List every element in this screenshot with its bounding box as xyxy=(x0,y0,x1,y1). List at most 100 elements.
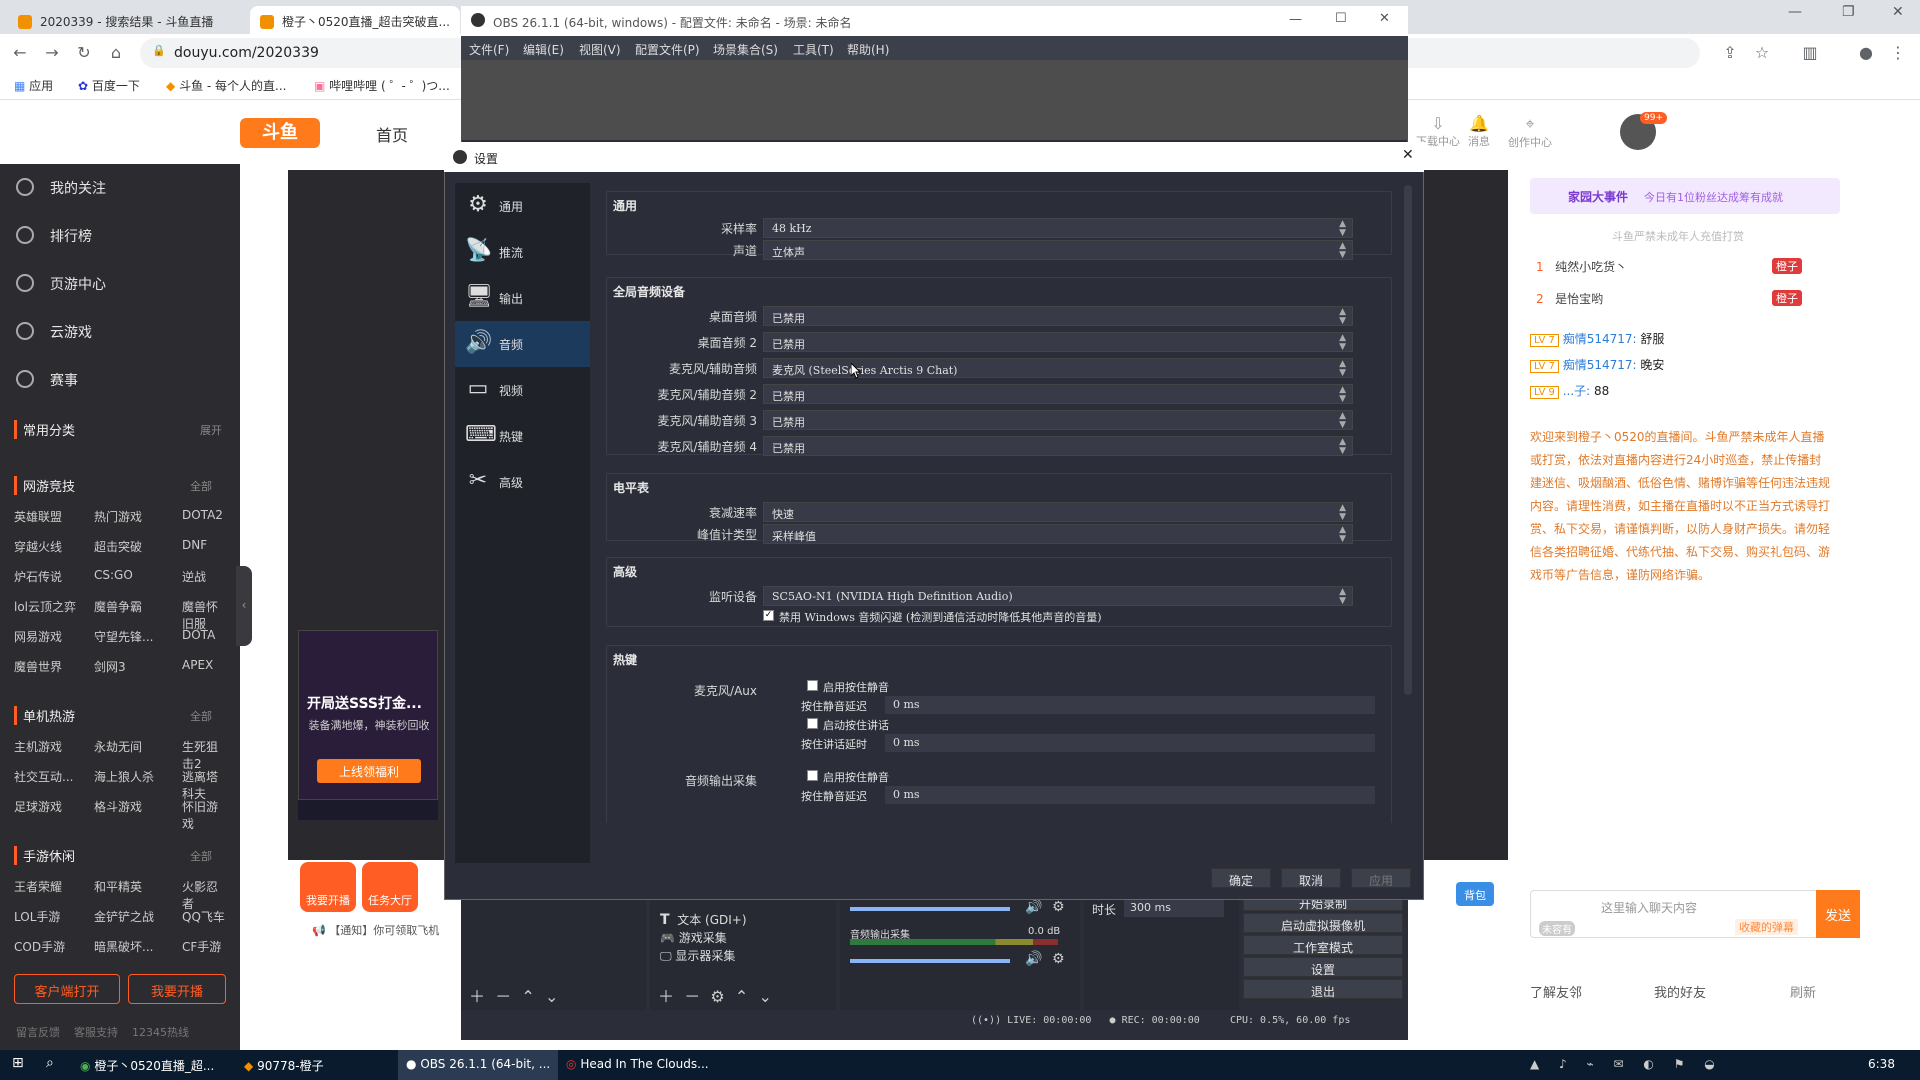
menu-file[interactable]: 文件(F) xyxy=(469,41,509,58)
rank-row[interactable]: 1 纯然小吃货丶 橙子 xyxy=(1536,258,1836,275)
game-link[interactable]: DOTA xyxy=(182,628,215,642)
game-link[interactable]: 火影忍者 xyxy=(182,878,228,912)
maximize-icon[interactable]: ☐ xyxy=(1335,11,1347,26)
audio-device-select[interactable]: 已禁用 ▲ ▼ xyxy=(763,410,1353,430)
add-icon[interactable]: ＋ xyxy=(469,987,485,1006)
studio-mode-button[interactable]: 工作室模式 xyxy=(1243,935,1403,955)
minimize-icon[interactable]: — xyxy=(1788,4,1802,20)
nav-video[interactable]: ▭ 视频 xyxy=(455,367,590,413)
nav-audio[interactable]: 🔊 音频 xyxy=(455,321,590,367)
game-link[interactable]: 超击突破 xyxy=(94,538,142,555)
menu-tools[interactable]: 工具(T) xyxy=(793,41,834,58)
bookmark-item[interactable]: ▦ 应用 xyxy=(14,77,53,94)
source-item[interactable]: 🎮 游戏采集 xyxy=(660,929,727,946)
bookmark-item[interactable]: ◆ 斗鱼 - 每个人的直... xyxy=(166,77,286,94)
speaker-icon[interactable]: 🔊 xyxy=(1025,899,1042,915)
nav-advanced[interactable]: ✂ 高级 xyxy=(455,459,590,505)
push-to-mute-checkbox[interactable] xyxy=(807,680,818,691)
game-link[interactable]: QQ飞车 xyxy=(182,908,225,925)
audio-device-select[interactable]: 已禁用 ▲ ▼ xyxy=(763,306,1353,326)
gear-icon[interactable]: ⚙ xyxy=(1052,899,1065,915)
game-ad[interactable]: 开局送SSS打金... 装备满地爆，神装秒回收 上线领福利 xyxy=(298,630,438,800)
chat-input[interactable]: 这里输入聊天内容 xyxy=(1601,899,1697,916)
clock[interactable]: 6:38 xyxy=(1868,1057,1895,1071)
share-icon[interactable]: ⇪ xyxy=(1720,43,1740,63)
settings-scrollbar[interactable] xyxy=(1404,185,1412,695)
game-link[interactable]: 海上狼人杀 xyxy=(94,768,154,785)
section-more-link[interactable]: 全部 xyxy=(190,478,212,494)
client-open-button[interactable]: 客户端打开 xyxy=(14,974,120,1004)
taskbar-item[interactable]: ◉ 橙子丶0520直播_超... xyxy=(80,1057,240,1074)
close-icon[interactable]: ✕ xyxy=(1402,147,1414,163)
game-link[interactable]: DOTA2 xyxy=(182,508,223,522)
friends-tab[interactable]: 了解友邻 xyxy=(1530,986,1582,1001)
section-more-link[interactable]: 全部 xyxy=(190,708,212,724)
browser-tab-active[interactable]: 橙子丶0520直播_超击突破直... xyxy=(250,6,460,34)
game-link[interactable]: 网易游戏 xyxy=(14,628,62,645)
game-link[interactable]: 魔兽世界 xyxy=(14,658,62,675)
nav-hotkeys[interactable]: ⌨ 热键 xyxy=(455,413,590,459)
windows-start-icon[interactable]: ⊞ xyxy=(12,1055,24,1071)
menu-edit[interactable]: 编辑(E) xyxy=(523,41,564,58)
nav-general[interactable]: ⚙ 通用 xyxy=(455,183,590,229)
close-icon[interactable]: ✕ xyxy=(1379,11,1390,26)
game-link[interactable]: 守望先锋... xyxy=(94,628,153,645)
forward-icon[interactable]: → xyxy=(42,43,62,63)
volume-slider[interactable] xyxy=(850,907,1010,911)
nav-home[interactable]: 首页 xyxy=(376,122,408,146)
sidebar-collapse-handle[interactable]: ‹ xyxy=(236,566,252,646)
ad-claim-button[interactable]: 上线领福利 xyxy=(317,759,421,783)
remove-icon[interactable]: － xyxy=(495,987,511,1006)
game-link[interactable]: LOL手游 xyxy=(14,908,60,925)
game-link[interactable]: 暗黑破坏... xyxy=(94,938,153,955)
minimize-icon[interactable]: — xyxy=(1289,12,1302,27)
system-tray-icons[interactable]: ▲ ♪ ⌁ ✉ ◐ ⚑ ◒ xyxy=(1530,1057,1723,1071)
family-event-banner[interactable]: 家园大事件 今日有1位粉丝达成筹有成就 xyxy=(1530,178,1840,214)
sidepanel-icon[interactable]: ▥ xyxy=(1800,43,1820,63)
game-link[interactable]: 魔兽争霸 xyxy=(94,598,142,615)
volume-slider[interactable] xyxy=(850,959,1010,963)
ok-button[interactable]: 确定 xyxy=(1211,868,1271,888)
push-to-mute-checkbox[interactable] xyxy=(807,770,818,781)
game-link[interactable]: CF手游 xyxy=(182,938,221,955)
ptm-delay-spinbox[interactable]: 0 ms xyxy=(885,696,1375,714)
game-link[interactable]: CS:GO xyxy=(94,568,133,582)
channels-select[interactable]: 立体声 ▲ ▼ xyxy=(763,240,1353,260)
source-item[interactable]: T 文本 (GDI+) xyxy=(660,911,747,928)
gear-icon[interactable]: ⚙ xyxy=(1052,951,1065,967)
apply-button[interactable]: 应用 xyxy=(1351,868,1411,888)
game-link[interactable]: 和平精英 xyxy=(94,878,142,895)
nav-output[interactable]: 🖥 输出 xyxy=(455,275,590,321)
settings-button[interactable]: 设置 xyxy=(1243,957,1403,977)
audio-device-select[interactable]: 已禁用 ▲ ▼ xyxy=(763,384,1353,404)
creator-center[interactable]: ⌖ 创作中心 xyxy=(1508,114,1552,150)
menu-profile[interactable]: 配置文件(P) xyxy=(635,41,700,58)
gear-icon[interactable]: ⚙ xyxy=(710,987,724,1006)
game-link[interactable]: 王者荣耀 xyxy=(14,878,62,895)
up-icon[interactable]: ⌃ xyxy=(735,987,748,1006)
source-item[interactable]: 🖵 显示器采集 xyxy=(660,947,735,964)
taskbar-item[interactable]: ◎ Head In The Clouds... xyxy=(566,1057,736,1071)
bag-button[interactable]: 背包 xyxy=(1456,882,1494,906)
game-link[interactable]: lol云顶之弈 xyxy=(14,598,76,615)
game-link[interactable]: DNF xyxy=(182,538,207,552)
ptm-delay-spinbox[interactable]: 0 ms xyxy=(885,786,1375,804)
refresh-link[interactable]: 刷新 xyxy=(1790,982,1816,1001)
menu-view[interactable]: 视图(V) xyxy=(579,41,621,58)
game-link[interactable]: APEX xyxy=(182,658,213,672)
game-link[interactable]: 怀旧游戏 xyxy=(182,798,228,832)
monitor-device-select[interactable]: SC5AO-N1 (NVIDIA High Definition Audio) ▲… xyxy=(763,586,1353,606)
ducking-checkbox[interactable]: ✓ xyxy=(763,610,774,621)
audio-device-select[interactable]: 已禁用 ▲ ▼ xyxy=(763,436,1353,456)
exit-button[interactable]: 退出 xyxy=(1243,979,1403,999)
close-icon[interactable]: ✕ xyxy=(1892,4,1904,20)
game-link[interactable]: 社交互动... xyxy=(14,768,73,785)
menu-help[interactable]: 帮助(H) xyxy=(847,41,889,58)
game-link[interactable]: 足球游戏 xyxy=(14,798,62,815)
game-link[interactable]: 金铲铲之战 xyxy=(94,908,154,925)
sidebar-item-follow[interactable]: 我的关注 xyxy=(0,164,240,212)
sidebar-item-webgame[interactable]: 页游中心 xyxy=(0,260,240,308)
speaker-icon[interactable]: 🔊 xyxy=(1025,951,1042,967)
section-more-link[interactable]: 全部 xyxy=(190,848,212,864)
game-link[interactable]: 逆战 xyxy=(182,568,206,585)
